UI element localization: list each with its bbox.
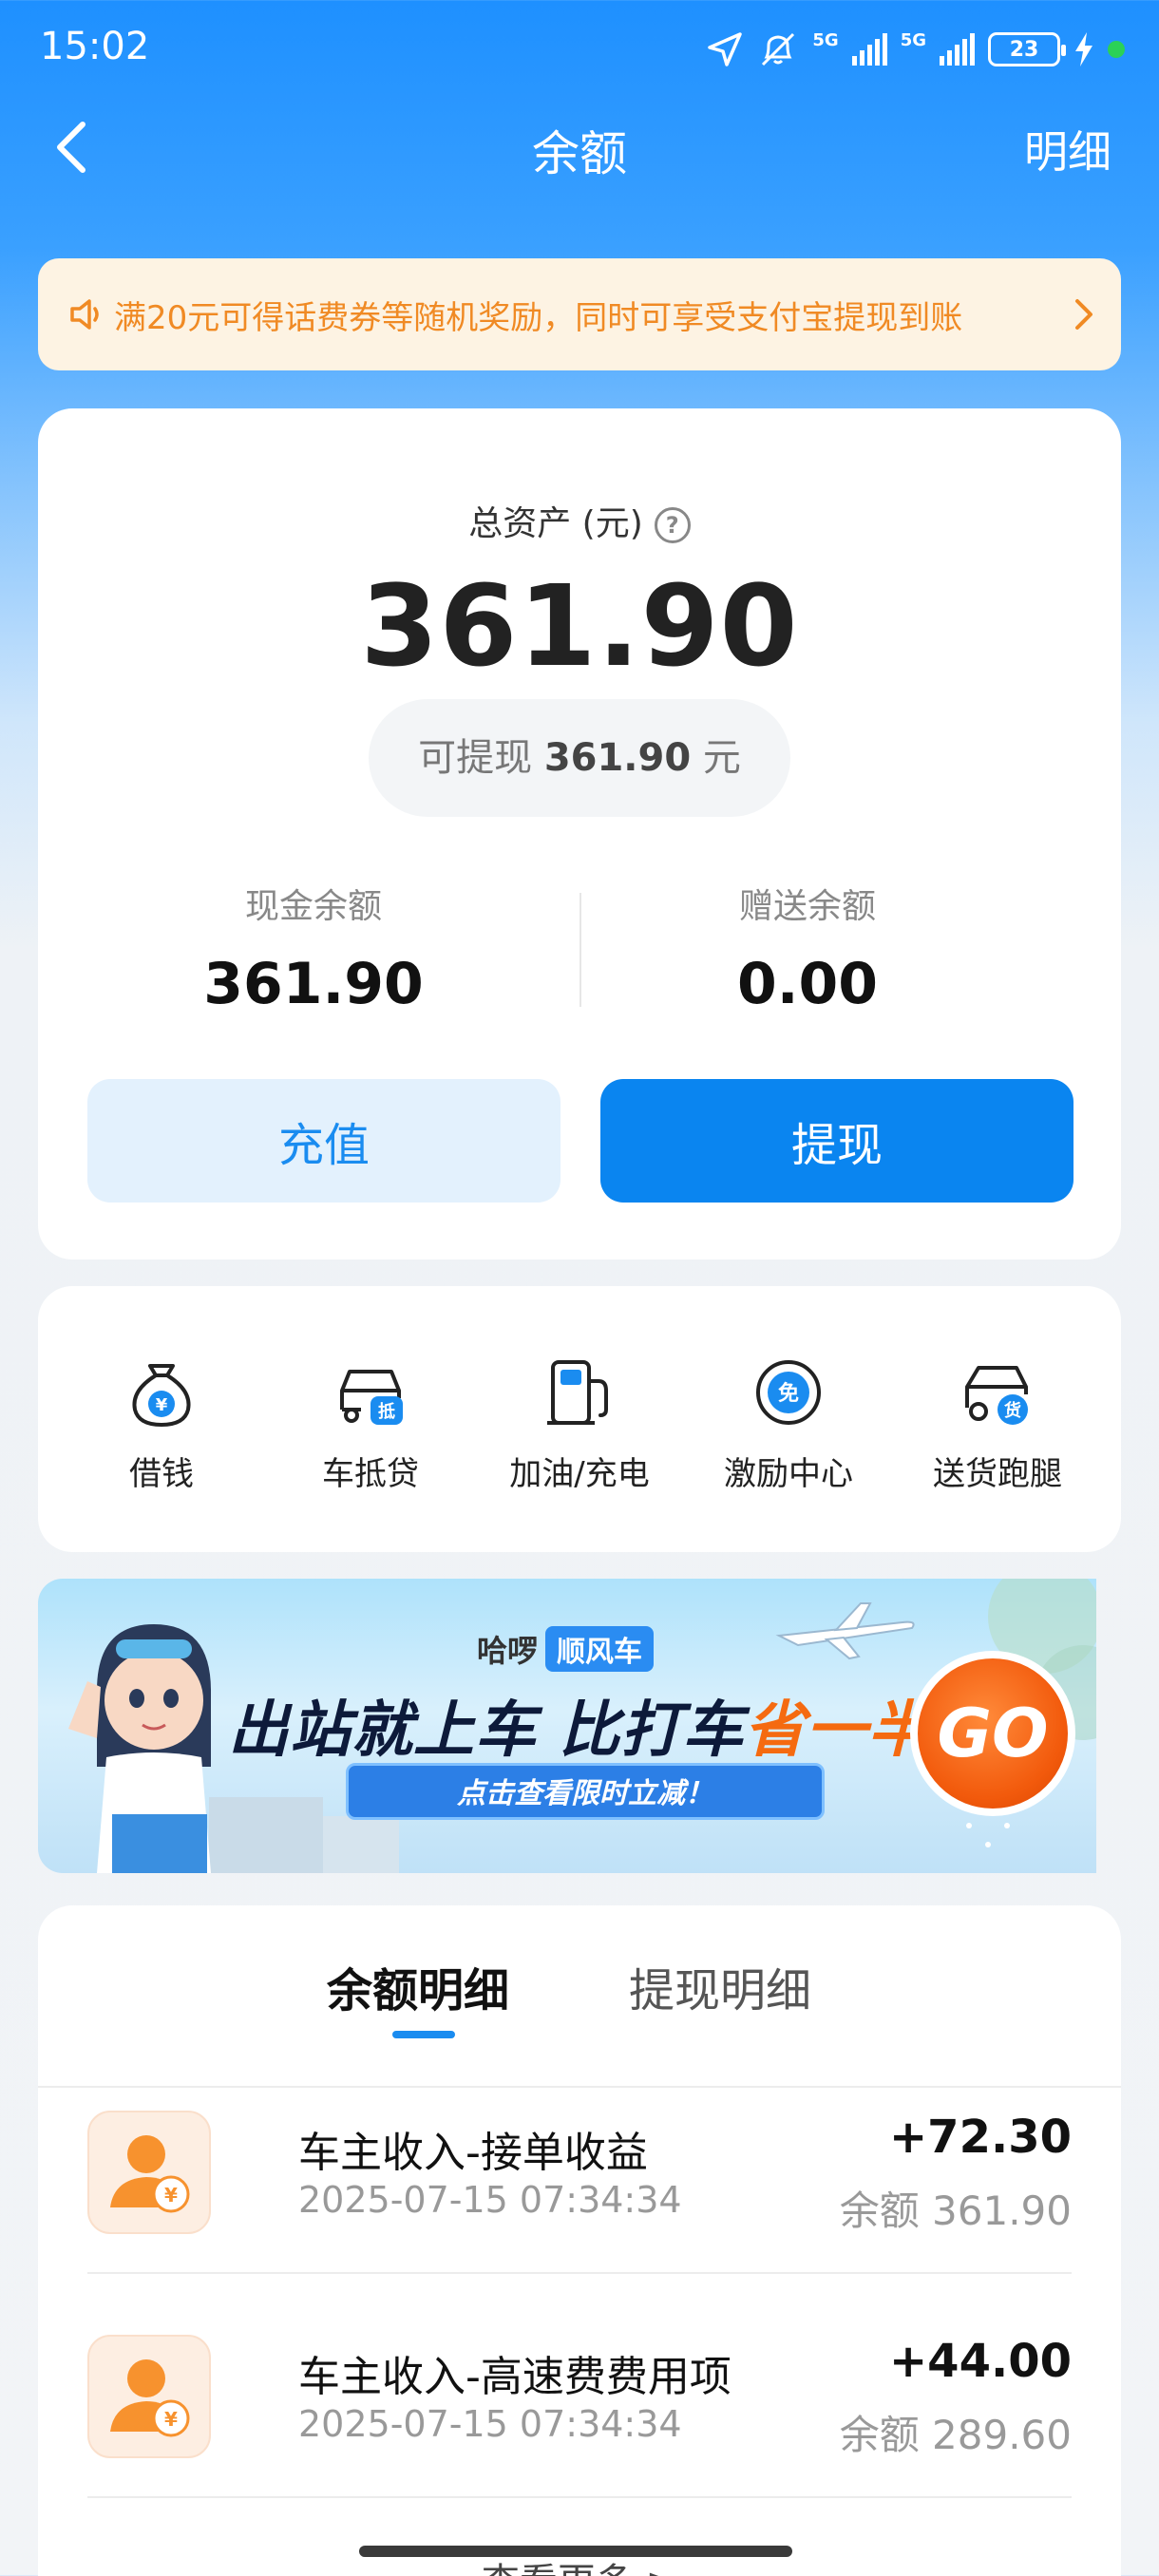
service-delivery-label: 送货跑腿 bbox=[933, 1455, 1062, 1493]
records-tabs: 余额明细 提现明细 bbox=[38, 1943, 1121, 2088]
network-5g-label-2: 5G bbox=[900, 29, 926, 50]
speaker-icon bbox=[70, 299, 99, 330]
service-borrow-label: 借钱 bbox=[129, 1455, 194, 1493]
banner-headline: 出站就上车 比打车省一半 bbox=[228, 1681, 929, 1769]
banner-go-button[interactable]: GO bbox=[910, 1651, 1075, 1816]
svg-text:货: 货 bbox=[1004, 1400, 1021, 1421]
svg-text:¥: ¥ bbox=[164, 2408, 178, 2431]
record-title: 车主收入-高速费费用项 bbox=[298, 2353, 732, 2401]
service-fuel-label: 加油/充电 bbox=[509, 1455, 650, 1493]
mascot-girl-illustration bbox=[68, 1624, 211, 1873]
record-time: 2025-07-15 07:34:34 bbox=[298, 2403, 682, 2445]
banner-brand-tag: 顺风车 bbox=[545, 1626, 655, 1672]
record-amount: +72.30 bbox=[888, 2111, 1072, 2164]
service-incentive[interactable]: 免 激励中心 bbox=[689, 1353, 888, 1494]
privacy-dot-icon bbox=[1108, 41, 1125, 58]
record-row[interactable]: ¥ 车主收入-高速费费用项 2025-07-15 07:34:34 +44.00… bbox=[87, 2291, 1072, 2481]
airplane-icon bbox=[775, 1602, 915, 1660]
total-assets-amount: 361.90 bbox=[360, 560, 799, 691]
service-car-loan[interactable]: 抵 车抵贷 bbox=[271, 1353, 470, 1494]
network-5g-label-1: 5G bbox=[812, 29, 839, 50]
total-assets-label-text: 总资产 (元) bbox=[468, 504, 643, 543]
record-icon: ¥ bbox=[87, 2335, 211, 2458]
money-bag-icon: ¥ bbox=[132, 1364, 191, 1427]
withdrawable-amount: 361.90 bbox=[543, 736, 692, 780]
home-indicator[interactable] bbox=[359, 2546, 792, 2557]
status-time: 15:02 bbox=[40, 25, 150, 68]
location-arrow-icon bbox=[708, 32, 743, 66]
detail-link[interactable]: 明细 bbox=[1024, 118, 1112, 180]
status-icons: 5G 5G 23 bbox=[706, 25, 1125, 74]
record-balance: 余额 361.90 bbox=[839, 2188, 1072, 2234]
fuel-pump-icon bbox=[547, 1360, 608, 1425]
record-divider bbox=[87, 2272, 1072, 2274]
recharge-button[interactable]: 充值 bbox=[87, 1079, 560, 1203]
banner-headline-highlight: 省一半 bbox=[744, 1695, 930, 1766]
mute-bell-icon bbox=[762, 32, 795, 66]
record-balance: 余额 289.60 bbox=[839, 2412, 1072, 2458]
svg-text:¥: ¥ bbox=[164, 2184, 178, 2207]
status-bar: 15:02 5G 5G 23 bbox=[0, 0, 1159, 95]
delivery-truck-icon: 货 bbox=[965, 1366, 1028, 1425]
banner-headline-main: 出站就上车 比打车 bbox=[228, 1695, 745, 1766]
chevron-right-icon bbox=[1075, 299, 1092, 330]
help-icon[interactable]: ? bbox=[654, 507, 691, 543]
notice-bar[interactable]: 满20元可得话费券等随机奖励，同时可享受支付宝提现到账 bbox=[38, 258, 1121, 370]
tab-active-indicator bbox=[392, 2031, 455, 2038]
service-borrow[interactable]: ¥ 借钱 bbox=[62, 1353, 261, 1494]
signal-icon-1 bbox=[851, 33, 887, 66]
car-loan-icon: 抵 bbox=[340, 1370, 403, 1425]
banner-cta[interactable]: 点击查看限时立减！ bbox=[346, 1763, 825, 1820]
notice-arrow bbox=[1056, 297, 1094, 331]
balance-card: 总资产 (元)? 361.90 可提现 361.90 元 现金余额 361.90… bbox=[38, 408, 1121, 1260]
gift-balance: 赠送余额 0.00 bbox=[560, 879, 1054, 1017]
record-time: 2025-07-15 07:34:34 bbox=[298, 2179, 682, 2221]
record-divider bbox=[87, 2496, 1072, 2498]
tab-withdraw-details[interactable]: 提现明细 bbox=[629, 1953, 811, 2019]
withdrawable-prefix: 可提现 bbox=[418, 736, 533, 780]
svg-text:¥: ¥ bbox=[156, 1395, 168, 1415]
records-card: 余额明细 提现明细 ¥ 车主收入-接单收益 2025-07-15 07:34:3… bbox=[38, 1905, 1121, 2576]
driver-income-icon: ¥ bbox=[110, 2135, 190, 2213]
services-card: ¥ 借钱 抵 车抵贷 加油/充电 免 激励中心 货 送货跑腿 bbox=[38, 1286, 1121, 1552]
nav-bar: 余额 明细 bbox=[0, 104, 1159, 190]
gift-balance-label: 赠送余额 bbox=[738, 887, 876, 926]
signal-icon-2 bbox=[940, 33, 975, 66]
cash-balance-value: 361.90 bbox=[203, 951, 424, 1017]
gift-balance-value: 0.00 bbox=[736, 951, 879, 1017]
driver-income-icon: ¥ bbox=[110, 2359, 190, 2437]
service-fuel[interactable]: 加油/充电 bbox=[480, 1353, 679, 1494]
service-car-loan-label: 车抵贷 bbox=[322, 1455, 419, 1493]
notice-text: 满20元可得话费券等随机奖励，同时可享受支付宝提现到账 bbox=[114, 298, 963, 337]
free-badge-icon: 免 bbox=[756, 1360, 821, 1425]
withdraw-button[interactable]: 提现 bbox=[600, 1079, 1074, 1203]
cash-balance: 现金余额 361.90 bbox=[66, 879, 560, 1017]
svg-text:免: 免 bbox=[778, 1381, 799, 1406]
page-title: 余额 bbox=[532, 126, 627, 181]
record-row[interactable]: ¥ 车主收入-接单收益 2025-07-15 07:34:34 +72.30 余… bbox=[87, 2067, 1072, 2257]
battery-icon: 23 bbox=[988, 32, 1066, 66]
total-assets-label: 总资产 (元)? bbox=[38, 496, 1121, 545]
banner-brand: 哈啰 顺风车 bbox=[477, 1626, 655, 1672]
record-icon: ¥ bbox=[87, 2111, 211, 2234]
svg-text:抵: 抵 bbox=[378, 1401, 395, 1422]
service-incentive-label: 激励中心 bbox=[724, 1455, 853, 1493]
cash-balance-label: 现金余额 bbox=[244, 887, 382, 926]
charging-bolt-icon bbox=[1075, 32, 1092, 66]
record-title: 车主收入-接单收益 bbox=[298, 2129, 648, 2177]
banner-brand-name: 哈啰 bbox=[477, 1633, 539, 1669]
service-delivery[interactable]: 货 送货跑腿 bbox=[898, 1353, 1097, 1494]
withdrawable-unit: 元 bbox=[702, 736, 741, 780]
record-amount: +44.00 bbox=[888, 2335, 1072, 2388]
tab-balance-details[interactable]: 余额明细 bbox=[327, 1953, 509, 2019]
promo-banner[interactable]: 哈啰 顺风车 出站就上车 比打车省一半 点击查看限时立减！ GO bbox=[38, 1579, 1096, 1873]
withdrawable-pill: 可提现 361.90 元 bbox=[369, 699, 790, 817]
